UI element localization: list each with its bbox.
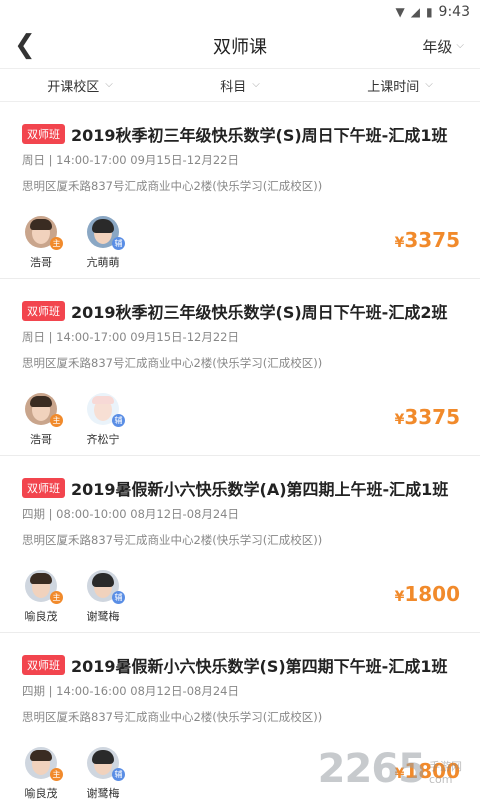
teacher-name: 浩哥 [30,433,52,446]
app-header: ❮ 双师课 年级 ⌵ [0,24,480,68]
course-card[interactable]: 双师班 2019秋季初三年级快乐数学(S)周日下午班-汇成1班 周日 | 14:… [0,102,480,279]
status-bar: ▼ ◢ ▮ 9:43 [0,0,480,24]
avatar: 辅 [87,747,125,781]
course-title: 2019秋季初三年级快乐数学(S)周日下午班-汇成2班 [71,303,448,322]
course-title: 2019暑假新小六快乐数学(S)第四期下午班-汇成1班 [71,657,448,676]
teacher[interactable]: 主 喻良茂 [22,747,63,800]
chevron-down-icon: ⌵ [105,78,113,90]
filter-subject[interactable]: 科目 ⌵ [160,69,320,101]
role-badge: 主 [50,414,63,427]
course-price: ¥3375 [394,228,460,252]
filter-label: 开课校区 [47,79,100,95]
role-badge: 主 [50,591,63,604]
avatar: 辅 [87,393,125,427]
course-schedule: 周日 | 14:00-17:00 09月15日-12月22日 [22,330,239,344]
course-address: 思明区厦禾路837号汇成商业中心2楼(快乐学习(汇成校区)) [22,533,323,547]
course-schedule: 周日 | 14:00-17:00 09月15日-12月22日 [22,153,239,167]
watermark-text-top: 手游网 [429,760,462,773]
role-badge: 主 [50,768,63,781]
battery-icon: ▮ [425,5,433,19]
filter-label: 科目 [220,79,247,95]
course-address: 思明区厦禾路837号汇成商业中心2楼(快乐学习(汇成校区)) [22,356,323,370]
course-card[interactable]: 双师班 2019秋季初三年级快乐数学(S)周日下午班-汇成2班 周日 | 14:… [0,279,480,456]
course-title: 2019暑假新小六快乐数学(A)第四期上午班-汇成1班 [71,480,449,499]
page-title: 双师课 [213,37,267,58]
avatar: 主 [25,747,63,781]
chevron-down-icon: ⌵ [252,78,260,90]
back-icon[interactable]: ❮ [14,32,36,58]
teacher-name: 谢鹭梅 [86,787,120,800]
filter-time[interactable]: 上课时间 ⌵ [320,69,480,101]
filter-bar: 开课校区 ⌵ 科目 ⌵ 上课时间 ⌵ [0,68,480,102]
grade-dropdown[interactable]: 年级 ⌵ [422,36,464,57]
avatar: 主 [25,393,63,427]
role-badge: 辅 [112,591,125,604]
teacher-name: 齐松宁 [86,433,120,446]
course-schedule: 四期 | 14:00-16:00 08月12日-08月24日 [22,684,239,698]
course-schedule: 四期 | 08:00-10:00 08月12日-08月24日 [22,507,239,521]
teacher-name: 喻良茂 [24,787,58,800]
watermark-logo: 2265 手游网 com [318,746,462,792]
teacher-name: 喻良茂 [24,610,58,623]
course-address: 思明区厦禾路837号汇成商业中心2楼(快乐学习(汇成校区)) [22,179,323,193]
role-badge: 辅 [112,237,125,250]
grade-label: 年级 [422,38,453,56]
teacher[interactable]: 辅 谢鹭梅 [84,570,125,624]
status-time: 9:43 [438,4,470,20]
teacher[interactable]: 主 喻良茂 [22,570,63,624]
class-type-badge: 双师班 [22,478,65,498]
role-badge: 主 [50,237,63,250]
teacher[interactable]: 辅 谢鹭梅 [84,747,125,800]
course-address: 思明区厦禾路837号汇成商业中心2楼(快乐学习(汇成校区)) [22,710,323,724]
teacher[interactable]: 主 浩哥 [22,216,63,270]
class-type-badge: 双师班 [22,301,65,321]
teacher[interactable]: 主 浩哥 [22,393,63,447]
chevron-down-icon: ⌵ [425,78,433,90]
teacher-name: 谢鹭梅 [86,610,120,623]
course-price: ¥3375 [394,405,460,429]
teacher-name: 浩哥 [30,256,52,269]
course-title: 2019秋季初三年级快乐数学(S)周日下午班-汇成1班 [71,126,448,145]
watermark-text-bottom: com [429,773,453,786]
teacher-name: 亢萌萌 [86,256,120,269]
class-type-badge: 双师班 [22,655,65,675]
avatar: 主 [25,216,63,250]
role-badge: 辅 [112,414,125,427]
filter-label: 上课时间 [367,79,420,95]
avatar: 主 [25,570,63,604]
avatar: 辅 [87,216,125,250]
course-list: 双师班 2019秋季初三年级快乐数学(S)周日下午班-汇成1班 周日 | 14:… [0,102,480,800]
class-type-badge: 双师班 [22,124,65,144]
teacher[interactable]: 辅 齐松宁 [84,393,125,447]
course-card[interactable]: 双师班 2019暑假新小六快乐数学(A)第四期上午班-汇成1班 四期 | 08:… [0,456,480,633]
role-badge: 辅 [112,768,125,781]
filter-campus[interactable]: 开课校区 ⌵ [0,69,160,101]
watermark-number: 2265 [317,746,426,792]
course-price: ¥1800 [394,582,460,606]
teacher[interactable]: 辅 亢萌萌 [84,216,125,270]
chevron-down-icon: ⌵ [456,40,464,51]
signal-icon: ◢ [410,5,420,19]
avatar: 辅 [87,570,125,604]
wifi-icon: ▼ [395,5,405,19]
